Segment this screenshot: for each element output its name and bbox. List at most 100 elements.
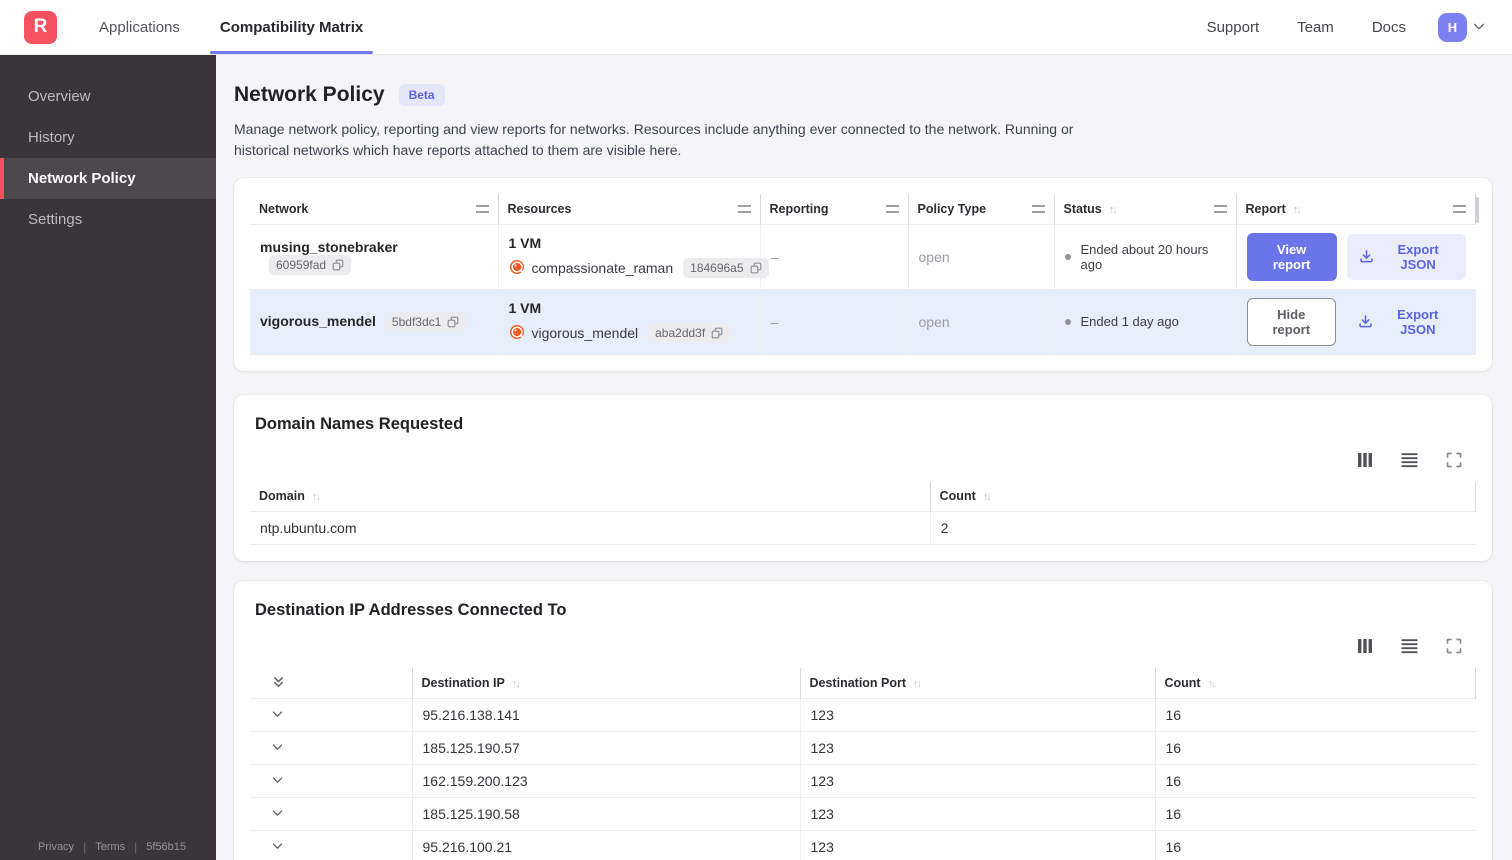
top-navbar: R Applications Compatibility Matrix Supp…	[0, 0, 1512, 55]
copy-icon[interactable]	[332, 259, 344, 271]
tab-applications[interactable]: Applications	[99, 0, 180, 54]
sort-icon[interactable]: ↑↓	[1293, 204, 1302, 216]
destination-port: 123	[799, 730, 1155, 764]
domain-row[interactable]: ntp.ubuntu.com 2	[250, 511, 1476, 545]
user-menu[interactable]: H	[1438, 12, 1486, 42]
sidebar-item-history[interactable]: History	[0, 117, 216, 158]
count-value: 16	[1154, 763, 1476, 797]
network-hash-pill: 60959fad	[269, 254, 352, 275]
domain-value: ntp.ubuntu.com	[250, 511, 931, 545]
status-dot	[1064, 318, 1071, 325]
col-status: Status ↑↓	[1053, 194, 1236, 224]
col-destination-port: Destination Port ↑↓	[799, 668, 1155, 698]
column-resize-handle[interactable]	[475, 204, 489, 213]
expand-row-icon[interactable]	[271, 708, 402, 721]
export-json-button[interactable]: Export JSON	[1346, 233, 1466, 280]
columns-view-icon[interactable]	[1357, 452, 1373, 468]
copy-icon[interactable]	[750, 262, 762, 274]
view-report-button[interactable]: View report	[1246, 232, 1337, 281]
domains-card: Domain Names Requested Domain ↑↓ Count ↑↓ …	[234, 394, 1492, 561]
column-resize-handle[interactable]	[1031, 204, 1045, 213]
sidebar-item-overview[interactable]: Overview	[0, 76, 216, 117]
vm-hash-pill: 184696a5	[683, 258, 769, 278]
link-support[interactable]: Support	[1207, 19, 1260, 36]
columns-view-icon[interactable]	[1357, 638, 1373, 654]
link-docs[interactable]: Docs	[1372, 19, 1406, 36]
expand-row-icon[interactable]	[271, 807, 402, 820]
app-logo[interactable]: R	[24, 10, 57, 44]
column-resize-handle[interactable]	[1453, 204, 1466, 213]
network-name: vigorous_mendel	[260, 312, 376, 329]
main-content: Network Policy Beta Manage network polic…	[216, 55, 1512, 860]
vm-name: vigorous_mendel	[531, 325, 639, 341]
col-expander	[250, 668, 412, 698]
primary-nav: Applications Compatibility Matrix	[99, 0, 403, 54]
link-team[interactable]: Team	[1297, 19, 1334, 36]
page-title: Network Policy	[234, 83, 385, 106]
destinations-table: Destination IP ↑↓ Destination Port ↑↓ Coun…	[250, 668, 1476, 860]
expand-row-icon[interactable]	[271, 741, 402, 754]
column-resize-handle[interactable]	[1213, 204, 1227, 213]
destination-row[interactable]: 162.159.200.123 123 16	[250, 763, 1476, 797]
sort-icon[interactable]: ↑↓	[1109, 204, 1118, 216]
export-json-button[interactable]: Export JSON	[1346, 299, 1465, 345]
col-report: Report ↑↓	[1235, 194, 1476, 224]
sidebar-item-settings[interactable]: Settings	[0, 199, 216, 240]
status-text: Ended about 20 hours ago	[1080, 241, 1209, 272]
sidebar: Overview History Network Policy Settings…	[0, 55, 216, 860]
avatar[interactable]: H	[1438, 12, 1467, 42]
fullscreen-icon[interactable]	[1446, 638, 1462, 654]
app-logo-letter: R	[33, 16, 48, 37]
status-text: Ended 1 day ago	[1080, 314, 1179, 329]
copy-icon[interactable]	[711, 327, 723, 339]
user-menu-chevron-icon[interactable]	[1472, 20, 1486, 34]
network-row[interactable]: musing_stonebraker 60959fad 1 VM compassi…	[250, 223, 1476, 289]
table-toolbar	[250, 620, 1476, 668]
col-policy-type: Policy Type	[907, 194, 1054, 224]
reporting-value: –	[759, 288, 908, 355]
sort-icon[interactable]: ↑↓	[312, 491, 321, 503]
sort-icon[interactable]: ↑↓	[1208, 678, 1217, 690]
network-hash-pill: 5bdf3dc1	[384, 311, 467, 332]
destination-ip: 95.216.100.21	[411, 829, 800, 860]
network-row[interactable]: vigorous_mendel 5bdf3dc1 1 VM vigorous_me…	[250, 288, 1476, 355]
domains-table-header-row: Domain ↑↓ Count ↑↓	[250, 481, 1477, 512]
column-resize-handle[interactable]	[737, 204, 751, 213]
destination-row[interactable]: 185.125.190.58 123 16	[250, 796, 1476, 830]
col-destination-ip: Destination IP ↑↓	[411, 668, 800, 698]
destination-row[interactable]: 95.216.138.141 123 16	[250, 697, 1476, 731]
count-value: 16	[1154, 796, 1476, 830]
destination-row[interactable]: 95.216.100.21 123 16	[250, 829, 1476, 860]
terms-link[interactable]: Terms	[95, 841, 125, 853]
sidebar-footer: Privacy | Terms | 5f56b15	[38, 840, 186, 854]
download-icon	[1358, 314, 1373, 329]
sidebar-item-network-policy[interactable]: Network Policy	[0, 158, 216, 199]
sort-icon[interactable]: ↑↓	[983, 491, 992, 503]
vm-hash-pill: aba2dd3f	[648, 323, 731, 343]
expand-all-icon[interactable]	[271, 675, 403, 690]
qemu-icon	[508, 258, 525, 278]
rows-view-icon[interactable]	[1401, 638, 1418, 654]
tab-compatibility-matrix[interactable]: Compatibility Matrix	[209, 0, 374, 54]
destinations-table-header-row: Destination IP ↑↓ Destination Port ↑↓ Coun…	[250, 668, 1476, 698]
vm-count: 1 VM	[508, 300, 542, 316]
fullscreen-icon[interactable]	[1446, 452, 1462, 468]
vm-name: compassionate_raman	[531, 260, 674, 276]
sort-icon[interactable]: ↑↓	[913, 678, 922, 690]
rows-view-icon[interactable]	[1401, 452, 1418, 468]
count-value: 16	[1154, 697, 1476, 731]
hide-report-button[interactable]: Hide report	[1246, 297, 1337, 346]
col-count: Count ↑↓	[929, 481, 1477, 512]
expand-row-icon[interactable]	[271, 840, 402, 853]
privacy-link[interactable]: Privacy	[38, 841, 74, 853]
sort-icon[interactable]: ↑↓	[512, 678, 521, 690]
copy-icon[interactable]	[447, 316, 459, 328]
destination-ip: 162.159.200.123	[411, 763, 800, 797]
footer-divider: |	[134, 840, 138, 854]
beta-badge: Beta	[398, 84, 445, 106]
column-resize-handle[interactable]	[885, 204, 899, 213]
destination-row[interactable]: 185.125.190.57 123 16	[250, 730, 1476, 764]
table-scrollbar[interactable]	[1475, 197, 1479, 223]
count-value: 16	[1154, 829, 1476, 860]
expand-row-icon[interactable]	[271, 774, 402, 787]
